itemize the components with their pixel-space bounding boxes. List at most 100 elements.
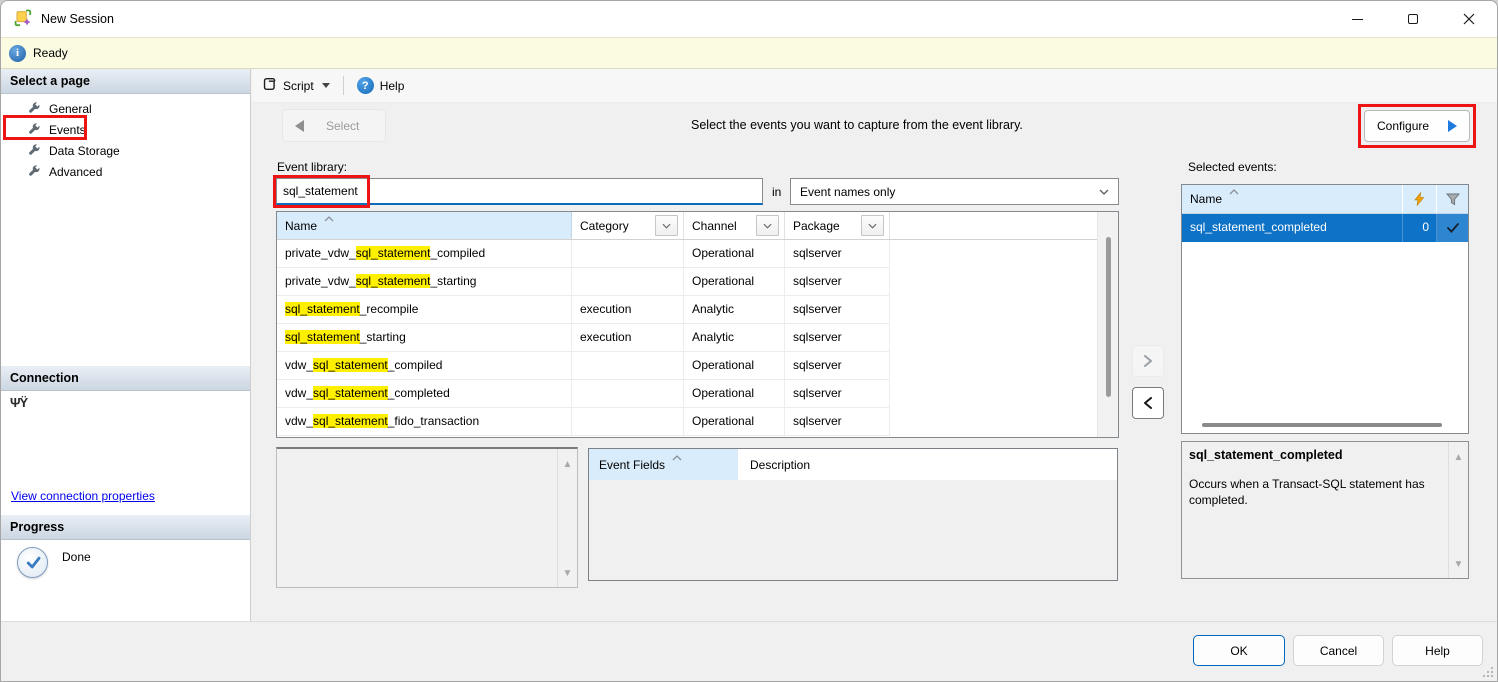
select-a-page-header: Select a page	[1, 69, 250, 94]
selected-event-filter-cell	[1436, 214, 1468, 242]
checkmark-icon	[1447, 223, 1459, 233]
add-event-button[interactable]	[1132, 345, 1164, 377]
channel-filter-button[interactable]	[756, 215, 779, 236]
script-icon	[262, 76, 277, 95]
fields-grid-header: Event Fields Description	[589, 449, 1117, 480]
resize-grip[interactable]	[1482, 666, 1494, 678]
status-message: Ready	[33, 46, 68, 60]
back-arrow-icon	[295, 120, 304, 132]
event-row[interactable]: vdw_sql_statement_completed Operational …	[277, 380, 1097, 408]
event-row[interactable]: sql_statement_recompile execution Analyt…	[277, 296, 1097, 324]
sidebar-item-events[interactable]: Events	[1, 119, 250, 140]
select-back-label: Select	[326, 119, 359, 133]
sort-ascending-icon	[324, 216, 334, 222]
sidebar-item-data-storage[interactable]: Data Storage	[1, 140, 250, 161]
event-library-label: Event library:	[277, 160, 347, 174]
maximize-button[interactable]	[1385, 1, 1441, 37]
toolbar-divider	[343, 76, 344, 95]
column-header-category[interactable]: Category	[572, 212, 684, 239]
progress-header: Progress	[1, 515, 250, 540]
new-session-dialog: New Session i Ready Select a page Genera…	[0, 0, 1498, 682]
actions-column-header[interactable]	[1402, 185, 1436, 213]
package-filter-button[interactable]	[861, 215, 884, 236]
chevron-down-icon[interactable]	[322, 83, 330, 88]
match-highlight: sql_statement	[285, 302, 360, 316]
scroll-down-icon[interactable]: ▼	[1449, 559, 1468, 570]
grid-vertical-scrollbar[interactable]	[1097, 212, 1118, 437]
sidebar-item-general[interactable]: General	[1, 98, 250, 119]
forward-arrow-icon	[1448, 120, 1457, 132]
minimize-button[interactable]	[1329, 1, 1385, 37]
event-row[interactable]: private_vdw_sql_statement_starting Opera…	[277, 268, 1097, 296]
close-button[interactable]	[1441, 1, 1497, 37]
event-row[interactable]: private_vdw_sql_statement_compiled Opera…	[277, 240, 1097, 268]
sidebar-item-label: Events	[49, 123, 86, 137]
sidebar-item-label: General	[49, 102, 92, 116]
wrench-icon	[28, 144, 41, 157]
configure-label: Configure	[1377, 119, 1429, 133]
panel-scrollbar[interactable]: ▲ ▼	[1448, 442, 1468, 578]
column-header-label: Event Fields	[599, 458, 665, 472]
script-button[interactable]: Script	[283, 79, 314, 93]
scroll-down-icon[interactable]: ▼	[558, 568, 577, 579]
filter-column-header[interactable]	[1436, 185, 1468, 213]
scrollbar-thumb[interactable]	[1106, 237, 1111, 397]
match-highlight: sql_statement	[285, 330, 360, 344]
help-button[interactable]: Help	[1392, 635, 1483, 666]
instruction-text: Select the events you want to capture fr…	[691, 118, 1023, 132]
select-back-button[interactable]: Select	[282, 109, 386, 142]
match-highlight: sql_statement	[313, 386, 388, 400]
sidebar: Select a page General Events Data Storag…	[1, 69, 251, 621]
wrench-icon	[28, 102, 41, 115]
help-icon: ?	[357, 77, 374, 94]
column-header-label: Category	[580, 219, 629, 233]
column-header-label: Package	[793, 219, 840, 233]
search-scope-dropdown[interactable]: Event names only	[790, 178, 1119, 205]
column-header-event-fields[interactable]: Event Fields	[589, 449, 738, 480]
chevron-down-icon	[662, 223, 671, 229]
done-check-icon	[17, 547, 48, 578]
match-highlight: sql_statement	[313, 414, 388, 428]
selected-event-name: sql_statement_completed	[1182, 214, 1402, 242]
panel-scrollbar[interactable]: ▲ ▼	[557, 449, 577, 587]
sidebar-item-advanced[interactable]: Advanced	[1, 161, 250, 182]
column-header-name[interactable]: Name	[277, 212, 572, 239]
column-header-label: Name	[285, 219, 317, 233]
scroll-up-icon[interactable]: ▲	[1449, 452, 1468, 463]
footer-divider	[1, 621, 1497, 622]
category-filter-button[interactable]	[655, 215, 678, 236]
column-header-label: Description	[750, 458, 810, 472]
event-row[interactable]: vdw_sql_statement_fido_transaction Opera…	[277, 408, 1097, 436]
app-icon	[14, 9, 32, 30]
column-header-package[interactable]: Package	[785, 212, 890, 239]
event-search-box	[276, 178, 763, 205]
window-title: New Session	[41, 12, 114, 26]
column-header-channel[interactable]: Channel	[684, 212, 785, 239]
progress-status: Done	[62, 547, 91, 564]
selected-column-header-name[interactable]: Name	[1182, 185, 1402, 213]
remove-event-button[interactable]	[1132, 387, 1164, 419]
selected-event-row[interactable]: sql_statement_completed 0	[1182, 214, 1468, 242]
help-button[interactable]: Help	[380, 79, 405, 93]
chevron-left-icon	[1144, 397, 1152, 409]
column-header-description[interactable]: Description	[738, 449, 885, 480]
ok-button[interactable]: OK	[1193, 635, 1285, 666]
selected-grid-header: Name	[1182, 185, 1468, 214]
sort-ascending-icon	[672, 455, 682, 461]
configure-button[interactable]: Configure	[1364, 110, 1470, 142]
scroll-up-icon[interactable]: ▲	[558, 459, 577, 470]
horizontal-scrollbar-thumb[interactable]	[1202, 423, 1442, 427]
funnel-filter-icon	[1446, 193, 1460, 206]
event-search-input[interactable]	[277, 179, 762, 203]
match-highlight: sql_statement	[356, 274, 431, 288]
event-row[interactable]: sql_statement_starting execution Analyti…	[277, 324, 1097, 352]
sort-ascending-icon	[1229, 189, 1239, 195]
event-fields-grid: Event Fields Description	[588, 448, 1118, 581]
cancel-button[interactable]: Cancel	[1293, 635, 1384, 666]
in-label: in	[772, 185, 781, 199]
minimize-icon	[1352, 19, 1363, 20]
column-header-label: Name	[1190, 192, 1222, 206]
event-row[interactable]: vdw_sql_statement_compiled Operational s…	[277, 352, 1097, 380]
view-connection-properties-link[interactable]: View connection properties	[11, 489, 155, 503]
chevron-down-icon	[868, 223, 877, 229]
